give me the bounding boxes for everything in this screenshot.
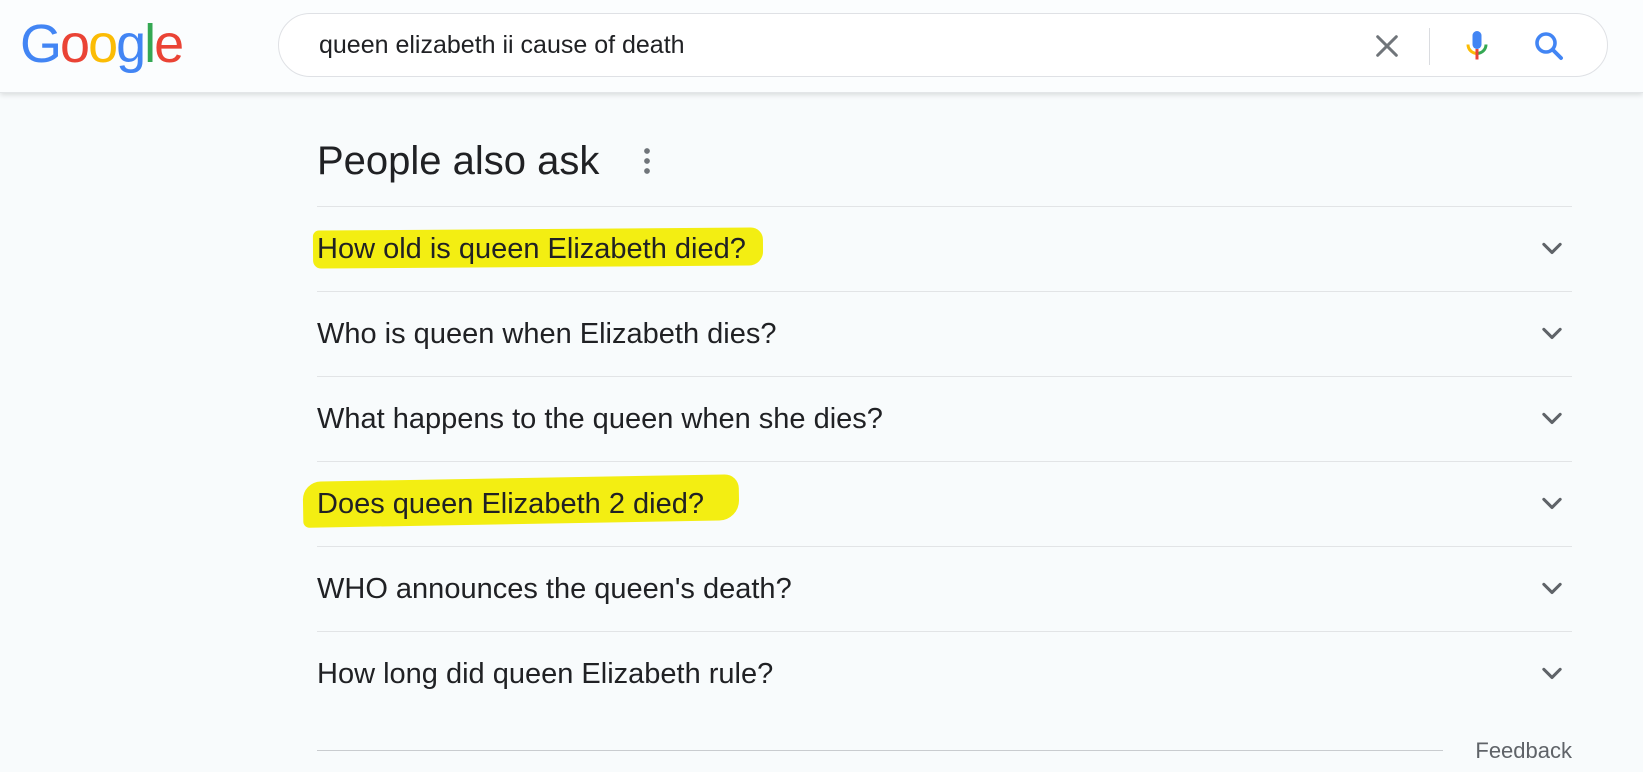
google-logo[interactable]: Google [20, 14, 184, 74]
footer-divider [317, 750, 1443, 751]
search-input[interactable] [319, 28, 1319, 62]
chevron-down-icon[interactable] [1538, 575, 1566, 603]
question-text: WHO announces the queen's death? [317, 573, 792, 605]
people-also-ask-section: People also ask How old is queen Elizabe… [302, 120, 1572, 772]
chevron-down-icon[interactable] [1538, 320, 1566, 348]
question-item[interactable]: WHO announces the queen's death? [317, 547, 1572, 632]
logo-letter: o [60, 14, 90, 74]
feedback-link[interactable]: Feedback [1475, 738, 1572, 764]
logo-letter: l [144, 14, 156, 74]
question-text: How long did queen Elizabeth rule? [317, 658, 774, 690]
question-item[interactable]: How old is queen Elizabeth died? [312, 207, 1572, 292]
chevron-down-icon[interactable] [1538, 405, 1566, 433]
microphone-icon[interactable] [1459, 28, 1495, 64]
search-icon[interactable] [1531, 28, 1567, 64]
search-box [278, 13, 1608, 77]
paa-header: People also ask [317, 120, 1572, 206]
header-bar: Google [0, 0, 1643, 93]
paa-title: People also ask [317, 139, 600, 183]
chevron-down-icon[interactable] [1538, 490, 1566, 518]
question-item[interactable]: Who is queen when Elizabeth dies? [317, 292, 1572, 377]
paa-footer: Feedback [317, 732, 1572, 772]
chevron-down-icon[interactable] [1538, 235, 1566, 263]
question-item[interactable]: What happens to the queen when she dies? [317, 377, 1572, 462]
close-icon[interactable] [1371, 30, 1403, 62]
question-text: What happens to the queen when she dies? [317, 403, 883, 435]
logo-letter: o [88, 14, 118, 74]
question-list: How old is queen Elizabeth died? Who is … [302, 206, 1572, 716]
question-text: Does queen Elizabeth 2 died? [317, 488, 704, 520]
chevron-down-icon[interactable] [1538, 660, 1566, 688]
question-text: How old is queen Elizabeth died? [317, 233, 746, 265]
question-item[interactable]: Does queen Elizabeth 2 died? [302, 462, 1572, 547]
question-text: Who is queen when Elizabeth dies? [317, 318, 777, 350]
logo-letter: g [116, 14, 146, 74]
search-divider [1429, 28, 1430, 65]
question-item[interactable]: How long did queen Elizabeth rule? [317, 632, 1572, 716]
logo-letter: e [154, 14, 184, 74]
logo-letter: G [20, 14, 62, 74]
more-vert-icon[interactable] [639, 146, 655, 176]
